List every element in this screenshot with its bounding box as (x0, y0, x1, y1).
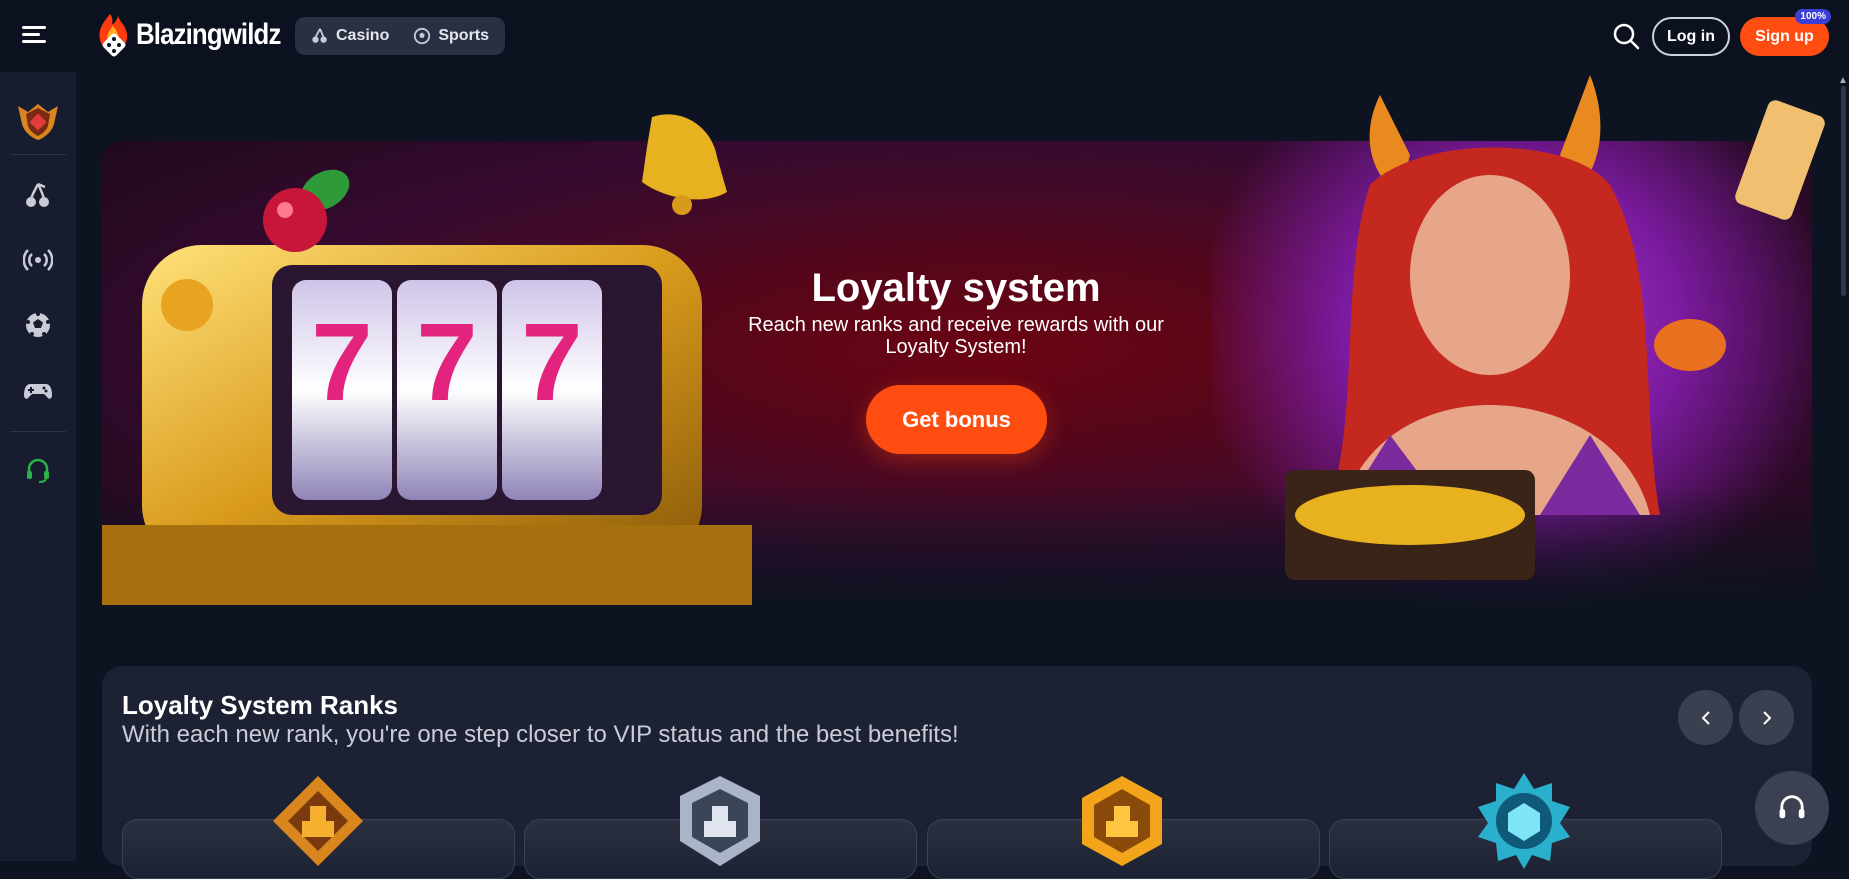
sidebar-item-loyalty[interactable] (0, 92, 76, 148)
sidebar-item-support[interactable] (0, 446, 76, 494)
banner-subtitle: Reach new ranks and receive rewards with… (731, 314, 1181, 358)
sidebar (0, 72, 76, 861)
cherry-icon (23, 181, 53, 211)
flame-dice-logo-icon (96, 12, 130, 58)
svg-text:7: 7 (521, 301, 582, 424)
search-icon[interactable] (1612, 22, 1640, 50)
character-illustration (1190, 75, 1830, 615)
loyalty-shield-icon (14, 96, 62, 144)
svg-text:7: 7 (416, 301, 477, 424)
ranks-prev-button[interactable] (1678, 690, 1733, 745)
casino-tab[interactable]: Casino (301, 21, 399, 51)
loyalty-ranks-section: Loyalty System Ranks With each new rank,… (102, 666, 1812, 866)
support-chat-button[interactable] (1755, 771, 1829, 845)
cherry-icon (311, 27, 329, 45)
diamond-rank-icon (1474, 771, 1574, 871)
sidebar-divider (10, 431, 66, 432)
chevron-left-icon (1698, 710, 1714, 726)
gold-rank-icon (1072, 771, 1172, 871)
brand-name: Blazingwildz (136, 18, 280, 52)
ranks-next-button[interactable] (1739, 690, 1794, 745)
support-headset-icon (23, 455, 53, 485)
scroll-up-arrow-icon[interactable]: ▲ (1838, 75, 1848, 86)
get-bonus-button[interactable]: Get bonus (866, 385, 1047, 454)
brand-logo[interactable]: Blazingwildz (96, 12, 304, 58)
chevron-right-icon (1759, 710, 1775, 726)
sidebar-item-games[interactable] (0, 366, 76, 414)
bell-illustration (612, 97, 742, 227)
banner-title: Loyalty system (0, 266, 1849, 311)
login-button[interactable]: Log in (1652, 17, 1730, 56)
signup-label: Sign up (1755, 28, 1814, 46)
football-icon (23, 310, 53, 340)
ranks-title: Loyalty System Ranks (122, 690, 398, 721)
mode-switcher: Casino Sports (295, 17, 505, 55)
casino-tab-label: Casino (336, 27, 389, 45)
sidebar-divider (10, 154, 66, 155)
silver-rank-icon (670, 771, 770, 871)
scrollbar-thumb[interactable] (1841, 86, 1846, 296)
headset-icon (1775, 791, 1809, 825)
bronze-rank-icon (268, 771, 368, 871)
signup-bonus-badge: 100% (1795, 9, 1831, 24)
menu-icon[interactable] (22, 26, 46, 44)
sports-tab-label: Sports (438, 27, 489, 45)
ranks-subtitle: With each new rank, you're one step clos… (122, 721, 959, 749)
football-icon (413, 27, 431, 45)
sports-tab[interactable]: Sports (403, 21, 499, 51)
demon-girl-illustration (1190, 75, 1830, 615)
svg-text:7: 7 (311, 301, 372, 424)
signup-button[interactable]: Sign up 100% (1740, 17, 1829, 56)
sidebar-item-casino[interactable] (0, 172, 76, 220)
cherry-illustration (255, 160, 355, 260)
gamepad-icon (23, 375, 53, 405)
top-bar: Blazingwildz Casino Sports Log in Sign u… (0, 0, 1849, 72)
